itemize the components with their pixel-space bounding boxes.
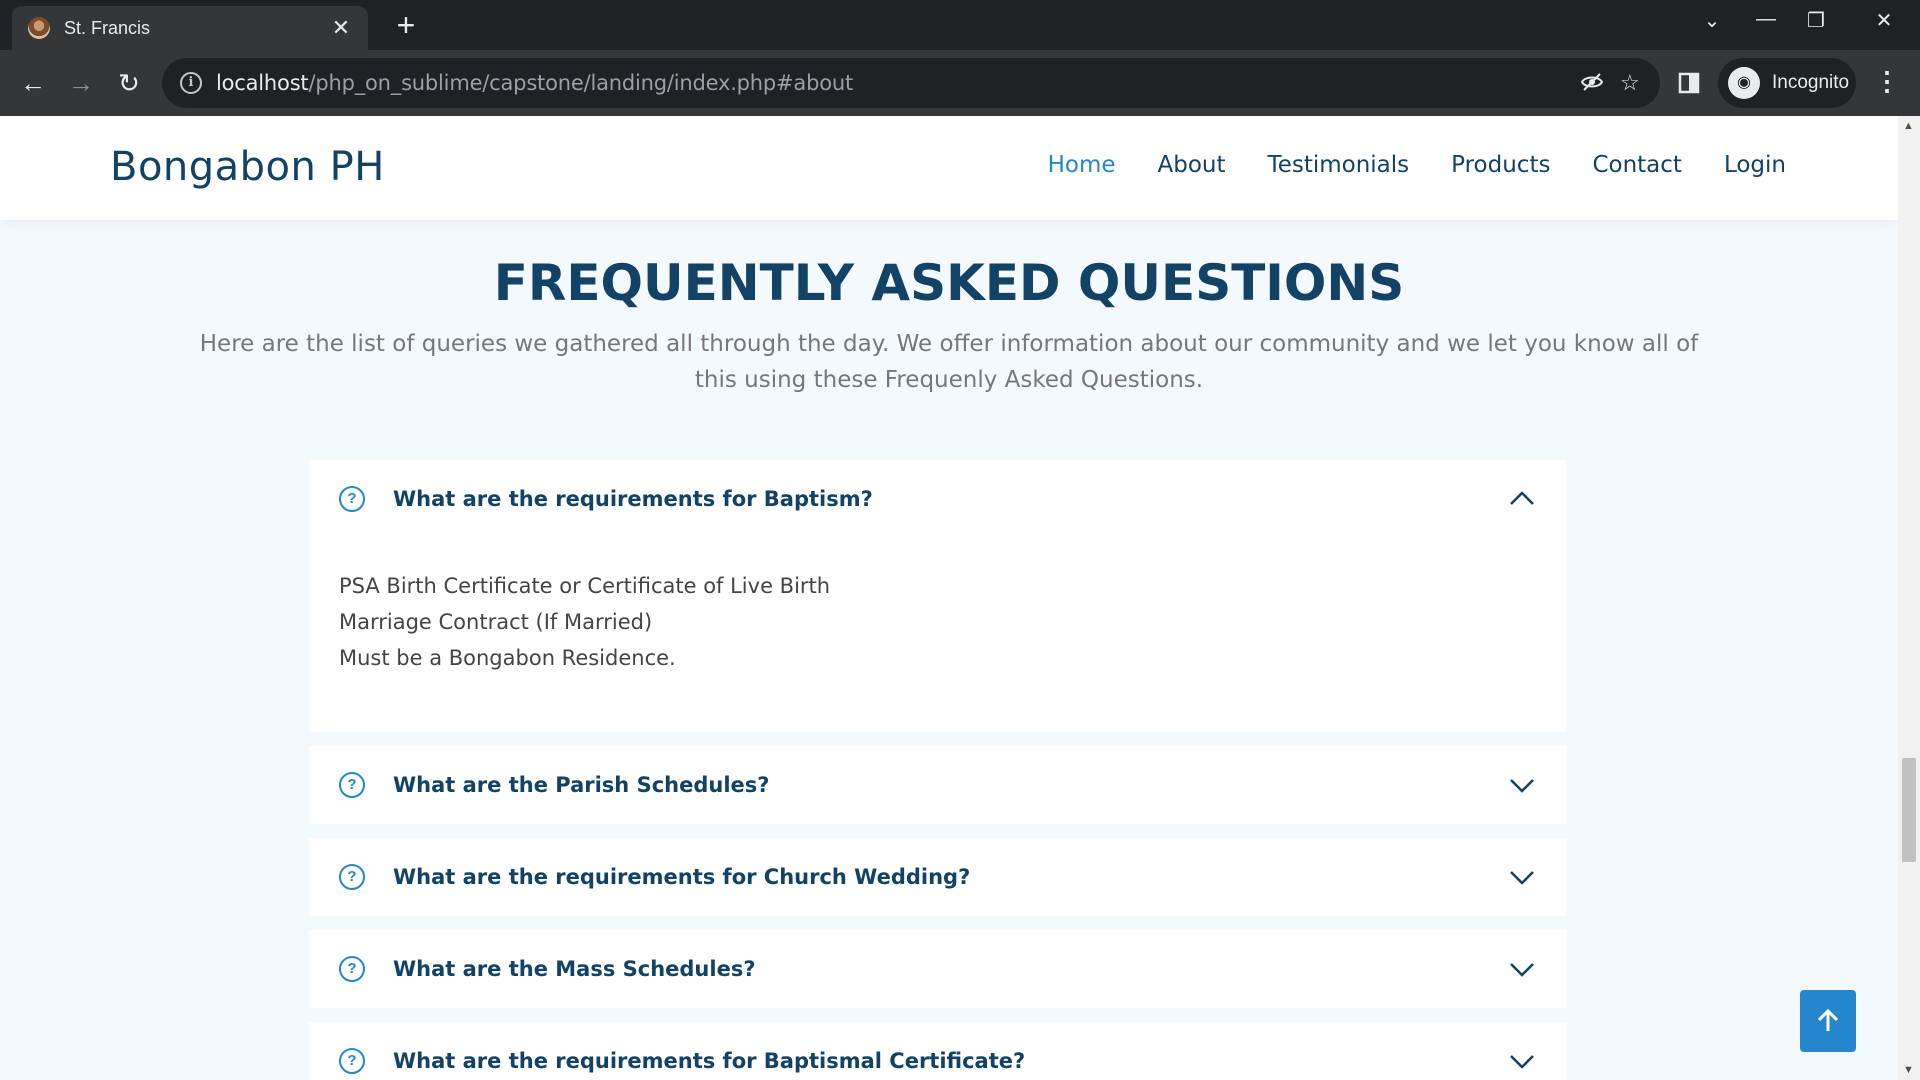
browser-tab-strip: St. Francis ✕ + ⌄ — ❐ ✕ — [0, 0, 1920, 50]
faq-question[interactable]: What are the requirements for Baptism? — [393, 487, 1507, 511]
chevron-down-icon[interactable] — [1507, 954, 1537, 984]
browser-toolbar: ← → ↻ i localhost/php_on_sublime/capston… — [0, 50, 1920, 116]
forward-button[interactable]: → — [64, 66, 98, 100]
incognito-icon: ◉ — [1728, 67, 1760, 99]
faq-question[interactable]: What are the Parish Schedules? — [393, 773, 1507, 797]
faq-item: ? What are the requirements for Church W… — [309, 838, 1567, 916]
question-circle-icon: ? — [339, 1048, 365, 1074]
side-panel-icon[interactable] — [1672, 66, 1706, 100]
faq-question-toggle[interactable]: ? What are the requirements for Church W… — [339, 862, 1537, 892]
site-logo[interactable]: Bongabon PH — [110, 144, 385, 190]
url-path: /php_on_sublime/capstone/landing/index.p… — [308, 71, 854, 95]
close-window-button[interactable]: ✕ — [1864, 8, 1904, 33]
tab-search-icon[interactable]: ⌄ — [1692, 8, 1732, 33]
back-button[interactable]: ← — [16, 66, 50, 100]
scroll-down-arrow-icon[interactable]: ▼ — [1903, 1064, 1914, 1076]
faq-question-toggle[interactable]: ? What are the Parish Schedules? — [339, 770, 1537, 800]
faq-item: ? What are the requirements for Baptisma… — [309, 1022, 1567, 1080]
chevron-down-icon[interactable] — [1507, 770, 1537, 800]
nav-link-login[interactable]: Login — [1724, 152, 1786, 178]
page-viewport: Bongabon PH Home About Testimonials Prod… — [0, 116, 1898, 1080]
chevron-down-icon[interactable] — [1507, 1046, 1537, 1076]
faq-question[interactable]: What are the requirements for Baptismal … — [393, 1049, 1507, 1073]
tracking-protection-eye-icon[interactable] — [1580, 70, 1604, 100]
faq-answer-line: Marriage Contract (If Married) — [339, 610, 653, 634]
restore-button[interactable]: ❐ — [1796, 8, 1836, 33]
nav-link-testimonials[interactable]: Testimonials — [1268, 152, 1410, 178]
page-scrollbar[interactable]: ▲ ▼ — [1898, 116, 1920, 1080]
faq-section-title: FREQUENTLY ASKED QUESTIONS — [493, 254, 1405, 312]
faq-item: ? What are the Parish Schedules? — [309, 746, 1567, 824]
faq-question-toggle[interactable]: ? What are the requirements for Baptisma… — [339, 1046, 1537, 1076]
faq-item: ? What are the Mass Schedules? — [309, 930, 1567, 1008]
nav-link-contact[interactable]: Contact — [1592, 152, 1681, 178]
site-info-icon[interactable]: i — [180, 72, 202, 94]
question-circle-icon: ? — [339, 772, 365, 798]
faq-question[interactable]: What are the requirements for Church Wed… — [393, 865, 1507, 889]
faq-question[interactable]: What are the Mass Schedules? — [393, 957, 1507, 981]
nav-link-products[interactable]: Products — [1451, 152, 1550, 178]
browser-menu-icon[interactable]: ⋮ — [1874, 66, 1900, 97]
arrow-up-icon — [1817, 1008, 1839, 1031]
back-to-top-button[interactable] — [1800, 990, 1856, 1052]
incognito-profile-button[interactable]: ◉ Incognito — [1718, 58, 1856, 108]
scrollbar-thumb[interactable] — [1902, 758, 1916, 862]
address-bar[interactable]: i localhost/php_on_sublime/capstone/land… — [162, 58, 1660, 108]
site-header: Bongabon PH Home About Testimonials Prod… — [0, 116, 1898, 220]
chevron-down-icon[interactable] — [1507, 862, 1537, 892]
nav-link-about[interactable]: About — [1158, 152, 1226, 178]
faq-question-toggle[interactable]: ? What are the requirements for Baptism? — [339, 484, 1537, 514]
tab-title: St. Francis — [64, 17, 151, 38]
main-nav: Home About Testimonials Products Contact… — [1048, 152, 1786, 178]
url-text[interactable]: localhost/php_on_sublime/capstone/landin… — [216, 71, 853, 95]
question-circle-icon: ? — [339, 864, 365, 890]
url-host: localhost — [216, 71, 309, 95]
minimize-button[interactable]: — — [1746, 8, 1786, 31]
faq-question-toggle[interactable]: ? What are the Mass Schedules? — [339, 954, 1537, 984]
incognito-label: Incognito — [1772, 72, 1850, 93]
reload-button[interactable]: ↻ — [112, 66, 146, 100]
question-circle-icon: ? — [339, 486, 365, 512]
faq-answer: PSA Birth Certificate or Certificate of … — [339, 568, 830, 676]
nav-link-home[interactable]: Home — [1048, 152, 1116, 178]
new-tab-button[interactable]: + — [390, 9, 422, 41]
faq-item: ? What are the requirements for Baptism?… — [309, 460, 1567, 732]
bookmark-star-icon[interactable]: ☆ — [1620, 70, 1640, 96]
scroll-up-arrow-icon[interactable]: ▲ — [1903, 120, 1914, 132]
faq-section-description: Here are the list of queries we gathered… — [199, 331, 1699, 393]
question-circle-icon: ? — [339, 956, 365, 982]
faq-answer-line: Must be a Bongabon Residence. — [339, 646, 676, 670]
chevron-up-icon[interactable] — [1507, 484, 1537, 514]
faq-answer-line: PSA Birth Certificate or Certificate of … — [339, 574, 831, 598]
site-favicon-icon — [28, 17, 50, 39]
close-tab-icon[interactable]: ✕ — [328, 15, 354, 41]
browser-tab[interactable]: St. Francis ✕ — [12, 6, 368, 50]
